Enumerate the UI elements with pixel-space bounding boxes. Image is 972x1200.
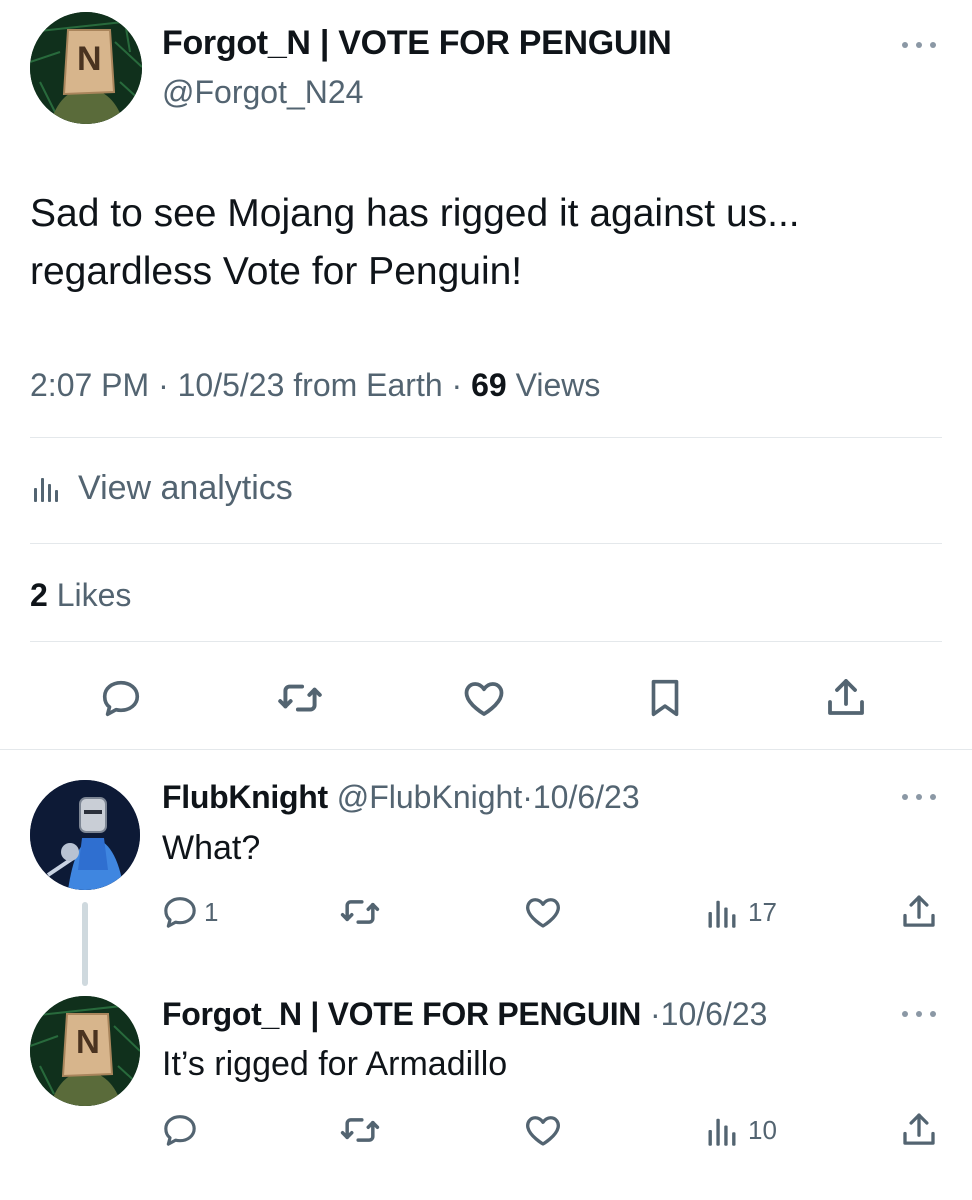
separator: · [451, 367, 463, 403]
more-icon[interactable] [900, 38, 938, 52]
share-button[interactable] [898, 890, 940, 934]
tweet-time: 2:07 PM [30, 367, 150, 403]
tweet-source: from Earth [293, 367, 443, 403]
svg-text:N: N [76, 1023, 100, 1060]
retweet-button[interactable] [338, 890, 382, 934]
reply-count: 1 [204, 896, 219, 927]
reply-icon [164, 1115, 196, 1146]
share-button[interactable] [898, 1108, 940, 1152]
retweet-button[interactable] [272, 670, 328, 726]
separator: · [649, 996, 661, 1032]
avatar[interactable]: N [30, 996, 140, 1106]
reply-button[interactable]: 1 [160, 890, 218, 934]
analytics-label: View analytics [78, 468, 293, 507]
avatar[interactable] [30, 780, 140, 890]
tweet-meta: 2:07 PM · 10/5/23 from Earth · 69 Views [30, 364, 600, 406]
retweet-icon [340, 900, 380, 924]
more-icon[interactable] [900, 790, 938, 804]
views-button[interactable]: 17 [704, 890, 777, 934]
analytics-icon [708, 1118, 736, 1146]
reply-text: It’s rigged for Armadillo [162, 1045, 508, 1083]
retweet-button[interactable] [338, 1108, 382, 1152]
reply-icon [102, 680, 140, 717]
display-name[interactable]: Forgot_N | VOTE FOR PENGUIN [162, 24, 672, 63]
display-name[interactable]: FlubKnight [162, 779, 328, 815]
analytics-icon [30, 472, 62, 504]
views-count: 69 [471, 367, 507, 403]
reply-button[interactable] [93, 670, 149, 726]
like-button[interactable] [522, 1108, 564, 1152]
section-divider [0, 749, 972, 750]
svg-text:N: N [77, 40, 102, 78]
display-name[interactable]: Forgot_N | VOTE FOR PENGUIN [162, 996, 641, 1032]
reply-date[interactable]: 10/6/23 [661, 996, 768, 1032]
views-count: 17 [748, 896, 777, 927]
views-button[interactable]: 10 [704, 1108, 777, 1152]
likes-summary[interactable]: 2 Likes [30, 574, 131, 616]
view-analytics-link[interactable]: View analytics [30, 466, 293, 510]
share-icon [903, 895, 935, 927]
like-icon [464, 682, 504, 716]
share-icon [903, 1113, 935, 1145]
likes-label: Likes [56, 577, 132, 613]
analytics-icon [708, 900, 736, 928]
views-count: 10 [748, 1114, 777, 1145]
bookmark-button[interactable] [637, 670, 693, 726]
bookmark-icon [651, 679, 679, 717]
separator: · [158, 367, 169, 403]
reply-text: What? [162, 829, 261, 867]
more-icon[interactable] [900, 1007, 938, 1021]
likes-count: 2 [30, 577, 48, 613]
handle[interactable]: @FlubKnight [337, 779, 522, 815]
share-icon [828, 679, 864, 715]
handle[interactable]: @Forgot_N24 [162, 74, 363, 111]
views-label: Views [515, 367, 601, 403]
divider [30, 437, 942, 438]
avatar[interactable]: N [30, 12, 142, 124]
tweet-date[interactable]: 10/5/23 [178, 367, 285, 403]
share-button[interactable] [818, 670, 874, 726]
divider [30, 543, 942, 544]
reply-button[interactable] [160, 1108, 200, 1152]
reply-icon [164, 897, 196, 928]
thread-line [82, 902, 88, 986]
retweet-icon [278, 684, 322, 712]
tweet-text-line: regardless Vote for Penguin! [30, 250, 523, 293]
like-button[interactable] [456, 670, 512, 726]
like-icon [526, 898, 560, 928]
like-icon [526, 1116, 560, 1146]
tweet-text-line: Sad to see Mojang has rigged it against … [30, 192, 800, 235]
separator: · [522, 779, 533, 815]
reply-date[interactable]: 10/6/23 [533, 779, 640, 815]
retweet-icon [340, 1118, 380, 1142]
like-button[interactable] [522, 890, 564, 934]
divider [30, 641, 942, 642]
